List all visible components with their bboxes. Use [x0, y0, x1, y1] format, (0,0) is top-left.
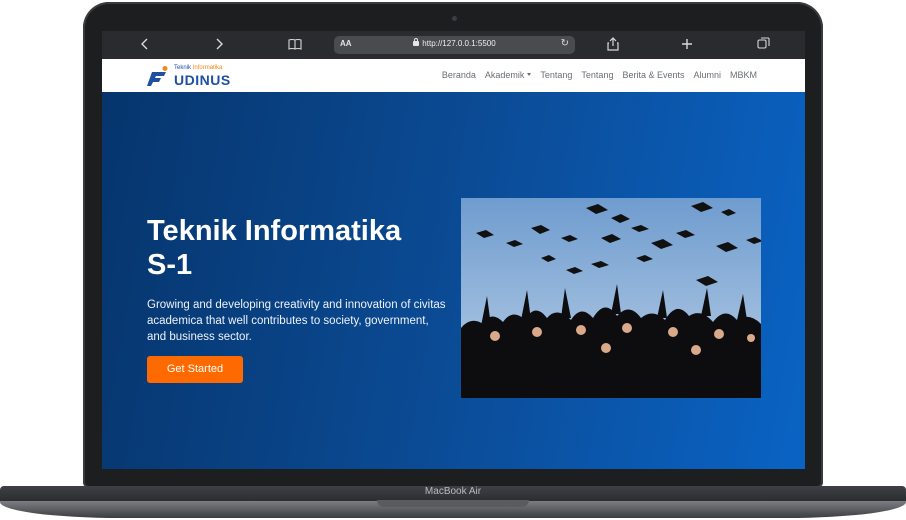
site-navbar: Teknik Informatika UDINUS Beranda Akadem… — [102, 59, 805, 92]
nav-item-akademik[interactable]: Akademik — [485, 70, 532, 80]
url-text: http://127.0.0.1:5500 — [334, 38, 575, 48]
logo-text: UDINUS — [174, 72, 231, 88]
nav-item-akademik-label: Akademik — [484, 70, 525, 80]
logo-mark-icon — [147, 66, 168, 86]
get-started-button[interactable]: Get Started — [147, 356, 243, 383]
graduation-photo — [461, 198, 761, 398]
hero-section: Teknik Informatika S-1 Growing and devel… — [102, 92, 805, 469]
nav-item-beranda[interactable]: Beranda — [442, 70, 476, 80]
url-value: http://127.0.0.1:5500 — [422, 39, 496, 48]
address-bar[interactable]: AA http://127.0.0.1:5500 ↻ — [334, 36, 575, 54]
nav-item-tentang-2[interactable]: Tentang — [581, 70, 613, 80]
logo-subtitle-right: Informatika — [192, 65, 223, 71]
forward-icon[interactable] — [210, 37, 228, 53]
device-label: MacBook Air — [424, 486, 482, 497]
site-logo[interactable]: Teknik Informatika UDINUS — [147, 64, 239, 88]
nav-item-tentang[interactable]: Tentang — [540, 70, 572, 80]
logo-subtitle: Teknik Informatika — [174, 65, 222, 71]
back-icon[interactable] — [136, 37, 154, 53]
browser-toolbar: AA http://127.0.0.1:5500 ↻ — [102, 31, 805, 59]
new-tab-icon[interactable] — [678, 37, 696, 53]
chevron-down-icon — [527, 73, 532, 76]
reader-icon[interactable] — [286, 37, 304, 53]
logo-subtitle-left: Teknik — [174, 65, 192, 71]
screen: AA http://127.0.0.1:5500 ↻ Teknik Inform… — [102, 31, 805, 469]
tabs-icon[interactable] — [754, 37, 772, 53]
graduation-photo-illustration — [461, 198, 761, 398]
nav-menu: Beranda Akademik Tentang Tentang Berita … — [442, 70, 757, 80]
nav-item-mbkm[interactable]: MBKM — [730, 70, 757, 80]
nav-item-alumni[interactable]: Alumni — [693, 70, 721, 80]
nav-item-berita-events[interactable]: Berita & Events — [622, 70, 684, 80]
camera-icon — [452, 16, 457, 21]
laptop-notch — [377, 500, 529, 507]
reload-icon[interactable]: ↻ — [561, 38, 569, 49]
hero-description: Growing and developing creativity and in… — [147, 299, 446, 343]
lock-icon — [413, 38, 420, 46]
share-icon[interactable] — [604, 37, 622, 53]
hero-title: Teknik Informatika S-1 — [147, 215, 402, 281]
